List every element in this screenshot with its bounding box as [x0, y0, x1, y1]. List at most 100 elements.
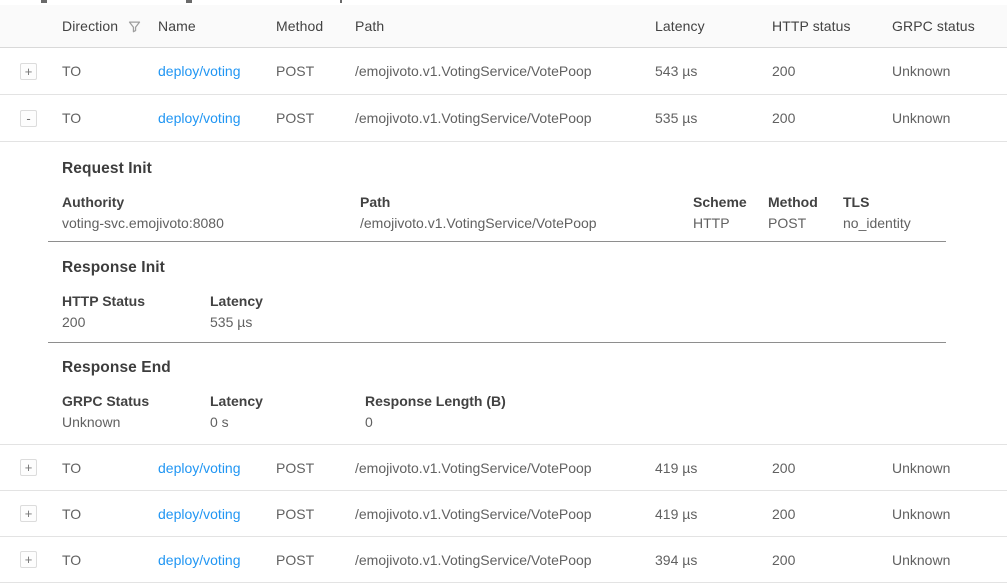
column-header-name: Name — [158, 18, 276, 34]
resource-link[interactable]: deploy/voting — [158, 552, 241, 568]
field-label: Authority — [62, 192, 360, 213]
filter-icon[interactable] — [127, 19, 142, 34]
method-cell: POST — [276, 552, 355, 568]
http-status-cell: 200 — [772, 460, 892, 476]
expand-cell: + — [0, 505, 62, 522]
direction-cell: TO — [62, 460, 158, 476]
field-value: HTTP — [693, 213, 768, 234]
column-header-grpc-status: GRPC status — [892, 18, 1007, 34]
direction-cell: TO — [62, 110, 158, 126]
column-header-direction: Direction — [62, 18, 158, 34]
grpc-status-cell: Unknown — [892, 110, 1007, 126]
method-cell: POST — [276, 460, 355, 476]
grpc-status-cell: Unknown — [892, 552, 1007, 568]
request-init-heading: Request Init — [48, 160, 946, 178]
latency-cell: 419 µs — [655, 460, 772, 476]
request-init-fields: Authority voting-svc.emojivoto:8080 Path… — [48, 192, 946, 234]
path-cell: /emojivoto.v1.VotingService/VotePoop — [355, 460, 655, 476]
detail-field-method: Method POST — [768, 192, 843, 234]
name-cell: deploy/voting — [158, 552, 276, 568]
field-value: 0 — [365, 412, 506, 433]
column-header-latency: Latency — [655, 18, 772, 34]
detail-field-path: Path /emojivoto.v1.VotingService/VotePoo… — [360, 192, 693, 234]
direction-cell: TO — [62, 506, 158, 522]
field-label: Latency — [210, 291, 365, 312]
direction-cell: TO — [62, 552, 158, 568]
http-status-cell: 200 — [772, 506, 892, 522]
clipped-text-artifact — [340, 0, 342, 3]
field-label: GRPC Status — [62, 391, 210, 412]
name-cell: deploy/voting — [158, 460, 276, 476]
method-cell: POST — [276, 110, 355, 126]
method-cell: POST — [276, 506, 355, 522]
clipped-text-artifact — [186, 0, 192, 3]
table-header-row: Direction Name Method Path Latency HTTP … — [0, 5, 1007, 48]
detail-field-http-status: HTTP Status 200 — [62, 291, 210, 333]
field-label: Scheme — [693, 192, 768, 213]
path-cell: /emojivoto.v1.VotingService/VotePoop — [355, 63, 655, 79]
field-label: Latency — [210, 391, 365, 412]
latency-cell: 535 µs — [655, 110, 772, 126]
field-label: Response Length (B) — [365, 391, 506, 412]
detail-field-authority: Authority voting-svc.emojivoto:8080 — [62, 192, 360, 234]
response-end-fields: GRPC Status Unknown Latency 0 s Response… — [48, 391, 946, 433]
column-header-http-status: HTTP status — [772, 18, 892, 34]
column-header-method: Method — [276, 18, 355, 34]
collapse-row-button[interactable]: - — [20, 110, 37, 127]
detail-field-latency: Latency 535 µs — [210, 291, 365, 333]
detail-divider — [48, 241, 946, 242]
latency-cell: 419 µs — [655, 506, 772, 522]
http-status-cell: 200 — [772, 110, 892, 126]
expand-cell: - — [0, 110, 62, 127]
column-header-path: Path — [355, 18, 655, 34]
detail-field-response-length: Response Length (B) 0 — [365, 391, 506, 433]
field-value: POST — [768, 213, 843, 234]
name-cell: deploy/voting — [158, 506, 276, 522]
name-cell: deploy/voting — [158, 110, 276, 126]
field-value: Unknown — [62, 412, 210, 433]
latency-cell: 394 µs — [655, 552, 772, 568]
row-detail-panel: Request Init Authority voting-svc.emojiv… — [0, 142, 1007, 445]
table-row: + TO deploy/voting POST /emojivoto.v1.Vo… — [0, 48, 1007, 95]
path-cell: /emojivoto.v1.VotingService/VotePoop — [355, 110, 655, 126]
http-status-cell: 200 — [772, 552, 892, 568]
direction-cell: TO — [62, 63, 158, 79]
name-cell: deploy/voting — [158, 63, 276, 79]
table-row: + TO deploy/voting POST /emojivoto.v1.Vo… — [0, 537, 1007, 583]
detail-field-scheme: Scheme HTTP — [693, 192, 768, 234]
response-end-heading: Response End — [48, 359, 946, 377]
detail-field-grpc-status: GRPC Status Unknown — [62, 391, 210, 433]
direction-header-label: Direction — [62, 18, 118, 34]
field-label: HTTP Status — [62, 291, 210, 312]
expand-row-button[interactable]: + — [20, 63, 37, 80]
latency-cell: 543 µs — [655, 63, 772, 79]
field-label: Method — [768, 192, 843, 213]
path-cell: /emojivoto.v1.VotingService/VotePoop — [355, 552, 655, 568]
expand-row-button[interactable]: + — [20, 551, 37, 568]
field-value: voting-svc.emojivoto:8080 — [62, 213, 360, 234]
http-status-cell: 200 — [772, 63, 892, 79]
detail-field-latency: Latency 0 s — [210, 391, 365, 433]
method-cell: POST — [276, 63, 355, 79]
grpc-status-cell: Unknown — [892, 460, 1007, 476]
expand-cell: + — [0, 459, 62, 476]
clipped-text-artifact — [41, 0, 47, 3]
field-value: 200 — [62, 312, 210, 333]
resource-link[interactable]: deploy/voting — [158, 110, 241, 126]
detail-divider — [48, 342, 946, 343]
table-row: + TO deploy/voting POST /emojivoto.v1.Vo… — [0, 491, 1007, 537]
expand-row-button[interactable]: + — [20, 459, 37, 476]
expand-row-button[interactable]: + — [20, 505, 37, 522]
tap-table: Direction Name Method Path Latency HTTP … — [0, 5, 1007, 583]
resource-link[interactable]: deploy/voting — [158, 63, 241, 79]
field-label: Path — [360, 192, 693, 213]
field-value: 0 s — [210, 412, 365, 433]
table-row: + TO deploy/voting POST /emojivoto.v1.Vo… — [0, 445, 1007, 491]
resource-link[interactable]: deploy/voting — [158, 460, 241, 476]
field-label: TLS — [843, 192, 911, 213]
field-value: /emojivoto.v1.VotingService/VotePoop — [360, 213, 693, 234]
grpc-status-cell: Unknown — [892, 506, 1007, 522]
resource-link[interactable]: deploy/voting — [158, 506, 241, 522]
grpc-status-cell: Unknown — [892, 63, 1007, 79]
expand-cell: + — [0, 551, 62, 568]
